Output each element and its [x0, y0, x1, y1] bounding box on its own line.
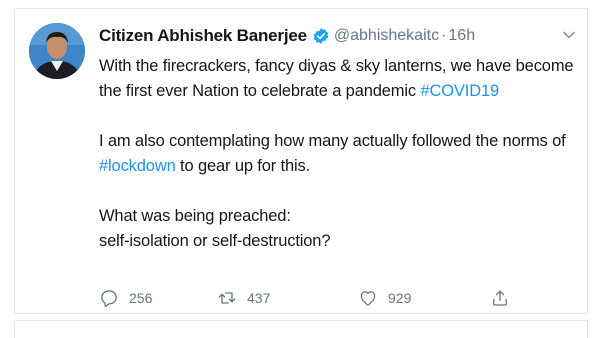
like-button[interactable]: 929 [358, 287, 411, 309]
share-button[interactable] [490, 287, 510, 309]
reply-count: 256 [129, 290, 153, 306]
display-name[interactable]: Citizen Abhishek Banerjee [99, 26, 307, 46]
tweet-actions: 256 437 929 [85, 287, 515, 309]
tweet-text-run: to gear up for this. [175, 157, 311, 175]
tweet-text-line: self-isolation or self-destruction? [99, 232, 331, 250]
heart-icon [360, 291, 376, 306]
share-icon [493, 290, 507, 306]
tweet-paragraph-1: With the firecrackers, fancy diyas & sky… [99, 54, 577, 104]
reply-button[interactable]: 256 [99, 287, 152, 309]
user-handle[interactable]: @abhishekaitc [334, 27, 439, 45]
separator-dot: · [441, 27, 447, 44]
timestamp[interactable]: 16h [448, 27, 475, 45]
avatar[interactable] [29, 23, 85, 79]
tweet-header: Citizen Abhishek Banerjee @abhishekaitc … [99, 25, 475, 47]
tweet-paragraph-2: I am also contemplating how many actuall… [99, 129, 577, 179]
like-count: 929 [388, 290, 412, 306]
reply-icon [101, 290, 117, 307]
tweet-text-run: I am also contemplating how many actuall… [99, 132, 566, 150]
retweet-icon [218, 292, 236, 304]
retweet-button[interactable]: 437 [217, 287, 270, 309]
tweet-text: With the firecrackers, fancy diyas & sky… [99, 54, 577, 254]
tweet-card[interactable]: Citizen Abhishek Banerjee @abhishekaitc … [14, 8, 588, 314]
hashtag-covid19[interactable]: #COVID19 [420, 82, 499, 100]
tweet-text-line: What was being preached: [99, 207, 291, 225]
chevron-down-icon[interactable] [561, 27, 577, 43]
tweet-paragraph-3: What was being preached: self-isolation o… [99, 204, 577, 254]
tweet-text-run: With the firecrackers, fancy diyas & sky… [99, 57, 574, 100]
hashtag-lockdown[interactable]: #lockdown [99, 157, 176, 175]
avatar-photo [29, 23, 85, 79]
next-tweet-card[interactable] [14, 320, 588, 338]
retweet-count: 437 [247, 290, 271, 306]
verified-badge-icon [312, 27, 330, 45]
